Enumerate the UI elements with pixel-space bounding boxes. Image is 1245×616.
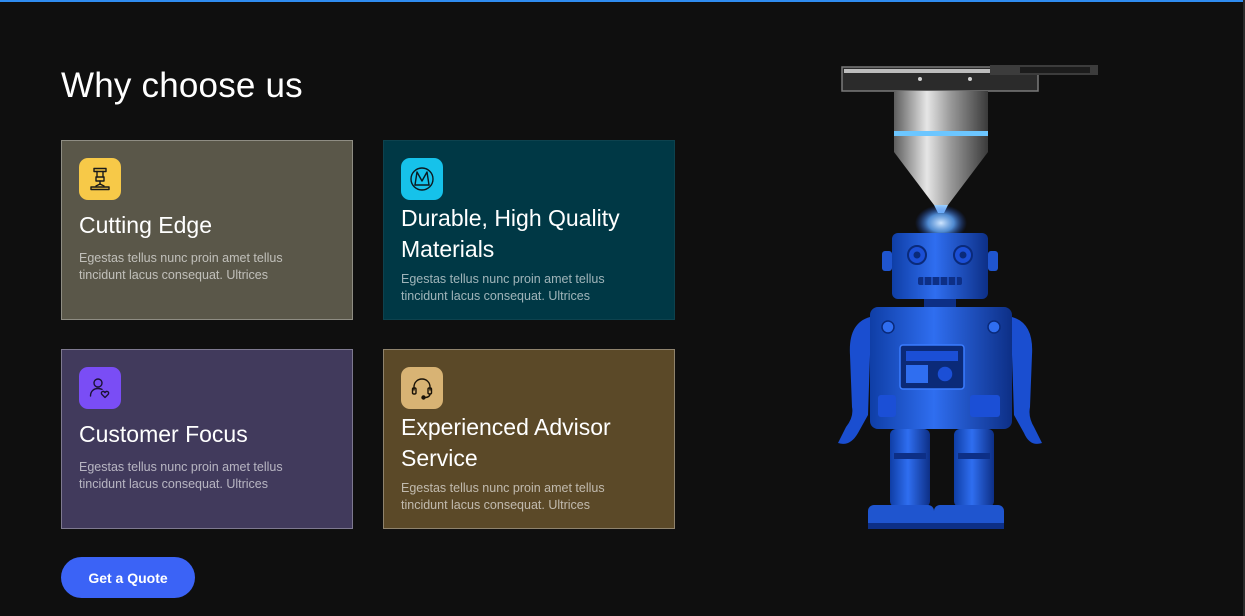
material-emblem-icon [401, 158, 443, 200]
card-title: Cutting Edge [79, 212, 212, 238]
card-description: Egestas tellus nunc proin amet tellus ti… [401, 272, 605, 303]
robot-3d-print-illustration [838, 65, 1098, 529]
card-title: Experienced Advisor Service [401, 414, 611, 471]
feature-card-advisor-service: Experienced Advisor Service Egestas tell… [383, 349, 675, 529]
feature-card-durable-materials: Durable, High Quality Materials Egestas … [383, 140, 675, 320]
card-description: Egestas tellus nunc proin amet tellus ti… [79, 251, 283, 282]
laser-machine-icon [79, 158, 121, 200]
card-description: Egestas tellus nunc proin amet tellus ti… [79, 460, 283, 491]
user-heart-icon [79, 367, 121, 409]
feature-card-customer-focus: Customer Focus Egestas tellus nunc proin… [61, 349, 353, 529]
get-a-quote-button[interactable]: Get a Quote [61, 557, 195, 598]
card-title: Durable, High Quality Materials [401, 205, 620, 262]
page-title: Why choose us [61, 66, 303, 105]
top-accent-bar [0, 0, 1245, 2]
card-title: Customer Focus [79, 421, 248, 447]
card-description: Egestas tellus nunc proin amet tellus ti… [401, 481, 605, 512]
headset-icon [401, 367, 443, 409]
feature-card-cutting-edge: Cutting Edge Egestas tellus nunc proin a… [61, 140, 353, 320]
